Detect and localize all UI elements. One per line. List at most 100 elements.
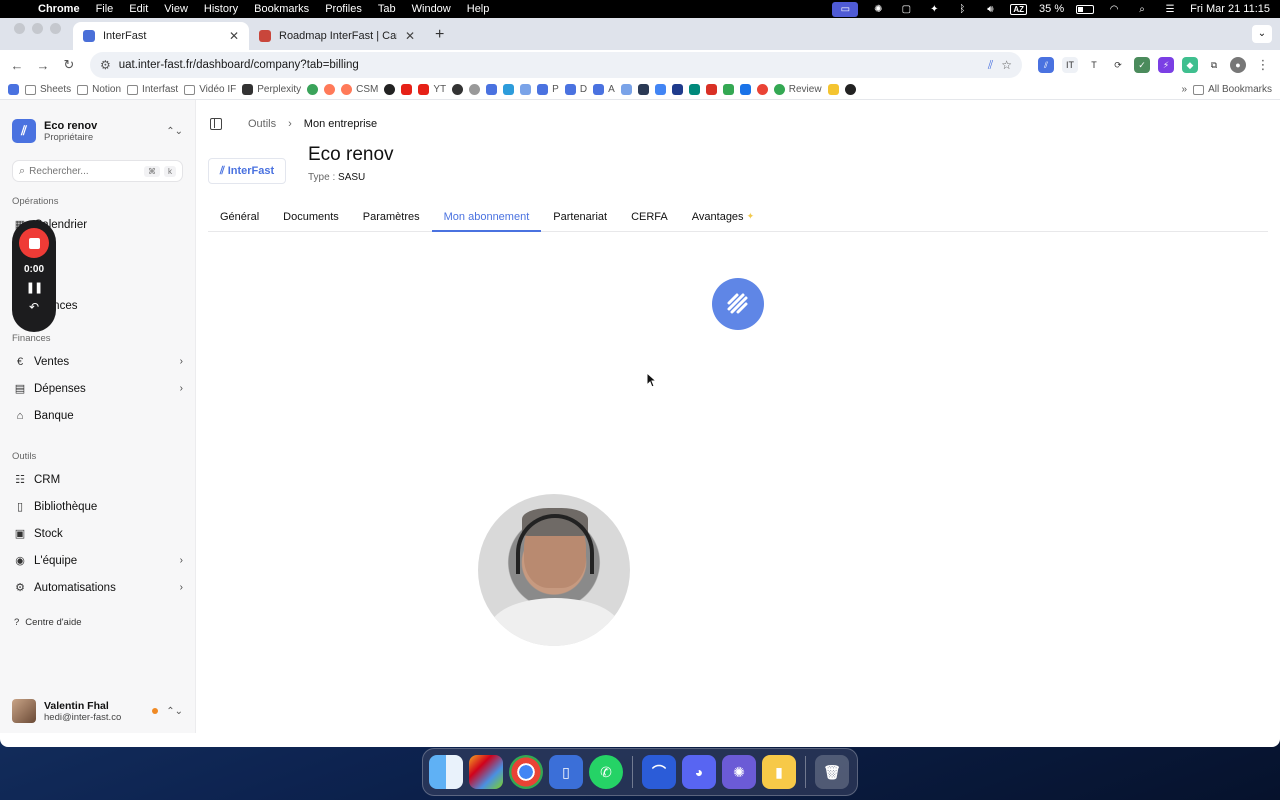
finder-icon[interactable] — [429, 755, 463, 789]
bookmark-video-if[interactable]: Vidéo IF — [184, 84, 236, 95]
extension-interfast-icon[interactable]: ⫽ — [1038, 57, 1054, 73]
bookmark-github-icon[interactable] — [384, 84, 396, 95]
bookmark-p[interactable]: P — [537, 84, 559, 95]
simulator-icon[interactable]: ▯ — [549, 755, 583, 789]
bookmark-gmail-icon[interactable] — [705, 84, 717, 95]
extension-green-icon[interactable]: ✓ — [1134, 57, 1150, 73]
menu-file[interactable]: File — [96, 3, 114, 15]
sidebar-item-crm[interactable]: ☷ CRM — [12, 466, 183, 493]
clock[interactable]: Fri Mar 21 11:15 — [1190, 3, 1270, 15]
bookmark-translate-icon[interactable] — [654, 84, 666, 95]
new-tab-button[interactable]: + — [425, 26, 454, 50]
menu-history[interactable]: History — [204, 3, 238, 15]
toggle-sidebar-icon[interactable] — [210, 118, 222, 130]
trash-icon[interactable]: 🗑︎ — [815, 755, 849, 789]
user-menu[interactable]: Valentin Fhal hedi@inter-fast.co ⌃⌄ — [12, 699, 183, 723]
sidebar-item-bibliotheque[interactable]: ▯ Bibliothèque — [12, 493, 183, 520]
profile-avatar-icon[interactable]: ● — [1230, 57, 1246, 73]
bookmark-maps-icon[interactable] — [756, 84, 768, 95]
display-icon[interactable]: ▢ — [898, 3, 914, 15]
discord-icon[interactable]: ◕ — [682, 755, 716, 789]
url-text[interactable]: uat.inter-fast.fr/dashboard/company?tab=… — [119, 59, 980, 71]
interfast-extension-icon[interactable]: ⫽ — [988, 58, 993, 73]
tab-documents[interactable]: Documents — [271, 202, 351, 231]
extension-icon[interactable]: ✦ — [926, 3, 942, 15]
bookmark-up-icon[interactable] — [844, 84, 856, 95]
battery-icon[interactable] — [1076, 4, 1095, 14]
extension-teal-icon[interactable]: ◆ — [1182, 57, 1198, 73]
all-bookmarks[interactable]: All Bookmarks — [1193, 84, 1272, 95]
bookmark-interfast[interactable]: Interfast — [127, 84, 178, 95]
bookmark-green-icon[interactable] — [307, 84, 319, 95]
sidebar-item-stock[interactable]: ▣ Stock — [12, 520, 183, 547]
breadcrumb-outils[interactable]: Outils — [248, 118, 276, 130]
help-center-link[interactable]: ? Centre d'aide — [12, 617, 183, 628]
menu-profiles[interactable]: Profiles — [325, 3, 362, 15]
bookmark-p-blue-icon[interactable] — [671, 84, 683, 95]
close-window-button[interactable] — [14, 22, 25, 34]
back-button[interactable]: ← — [8, 58, 26, 73]
zoom-window-button[interactable] — [50, 22, 61, 34]
bookmark-csm[interactable]: CSM — [341, 84, 378, 95]
bookmark-blue3-icon[interactable] — [520, 84, 532, 95]
browser-menu-icon[interactable]: ⋮ — [1254, 57, 1272, 73]
bookmark-notion[interactable]: Notion — [77, 84, 121, 95]
bookmark-sheets[interactable]: Sheets — [25, 84, 71, 95]
menu-view[interactable]: View — [164, 3, 188, 15]
arc-icon[interactable]: ⌒ — [642, 755, 676, 789]
sidebar-item-depenses[interactable]: ▤ Dépenses › — [12, 375, 183, 402]
notes-icon[interactable]: ▮ — [762, 755, 796, 789]
bookmark-yellow-icon[interactable] — [827, 84, 839, 95]
more-bookmarks-icon[interactable]: » — [1182, 84, 1188, 95]
bookmark-blue2-icon[interactable] — [503, 84, 515, 95]
bookmark-perplexity[interactable]: Perplexity — [242, 84, 301, 95]
sidebar-item-automatisations[interactable]: ⚙ Automatisations › — [12, 574, 183, 601]
bookmark-blue1-icon[interactable] — [486, 84, 498, 95]
launchpad-icon[interactable] — [469, 755, 503, 789]
extension-text-icon[interactable]: T — [1086, 57, 1102, 73]
bookmark-review[interactable]: Review — [773, 84, 822, 95]
stop-recording-button[interactable] — [19, 228, 49, 258]
menu-help[interactable]: Help — [467, 3, 490, 15]
bookmark-openai-icon[interactable] — [452, 84, 464, 95]
tab-mon-abonnement[interactable]: Mon abonnement — [431, 202, 542, 232]
forward-button[interactable]: → — [34, 58, 52, 73]
volume-icon[interactable]: 🔊︎ — [982, 3, 998, 15]
tab-avantages[interactable]: Avantages ✦ — [680, 202, 766, 231]
minimize-window-button[interactable] — [32, 22, 43, 34]
address-bar[interactable]: ⚙ uat.inter-fast.fr/dashboard/company?ta… — [90, 52, 1022, 78]
bookmark-d[interactable]: D — [564, 84, 587, 95]
tab-search-icon[interactable]: ⌄ — [1252, 25, 1272, 43]
tab-cerfa[interactable]: CERFA — [619, 202, 680, 231]
extension-purple-icon[interactable]: ⚡ — [1158, 57, 1174, 73]
extension-sync-icon[interactable]: ⟳ — [1110, 57, 1126, 73]
bookmark-dark-icon[interactable] — [637, 84, 649, 95]
bookmark-meet-icon[interactable] — [688, 84, 700, 95]
tab-partenariat[interactable]: Partenariat — [541, 202, 619, 231]
tab-parametres[interactable]: Paramètres — [351, 202, 432, 231]
sidebar-item-ventes[interactable]: € Ventes › — [12, 348, 183, 375]
bookmark-drive-icon[interactable] — [722, 84, 734, 95]
close-tab-icon[interactable]: ✕ — [229, 29, 239, 43]
menu-app-name[interactable]: Chrome — [38, 3, 80, 15]
bluetooth-icon[interactable]: ᛒ — [954, 3, 970, 15]
sidebar-item-banque[interactable]: ⌂ Banque — [12, 402, 183, 429]
site-settings-icon[interactable]: ⚙ — [100, 58, 111, 72]
menu-bookmarks[interactable]: Bookmarks — [254, 3, 309, 15]
sidebar-item-equipe[interactable]: ◉ L'équipe › — [12, 547, 183, 574]
bookmark-a[interactable]: A — [593, 84, 615, 95]
browser-tab-roadmap[interactable]: Roadmap InterFast | Care ✕ — [249, 22, 425, 50]
bookmark-check-icon[interactable] — [8, 84, 19, 95]
brightness-icon[interactable]: ✺ — [870, 3, 886, 15]
bookmark-hubspot-icon[interactable] — [324, 84, 336, 95]
menu-edit[interactable]: Edit — [129, 3, 148, 15]
reload-button[interactable]: ↻ — [60, 57, 78, 73]
close-tab-icon[interactable]: ✕ — [405, 29, 415, 43]
wifi-icon[interactable]: ◠ — [1106, 3, 1122, 15]
perplexity-icon[interactable]: ✺ — [722, 755, 756, 789]
menu-window[interactable]: Window — [412, 3, 451, 15]
workspace-switcher[interactable]: ⫽ Eco renov Propriétaire ⌃⌄ — [12, 100, 183, 148]
tab-general[interactable]: Général — [208, 202, 271, 231]
sidebar-search[interactable]: ⌕ ⌘k — [12, 160, 183, 182]
bookmark-apple-icon[interactable] — [469, 84, 481, 95]
